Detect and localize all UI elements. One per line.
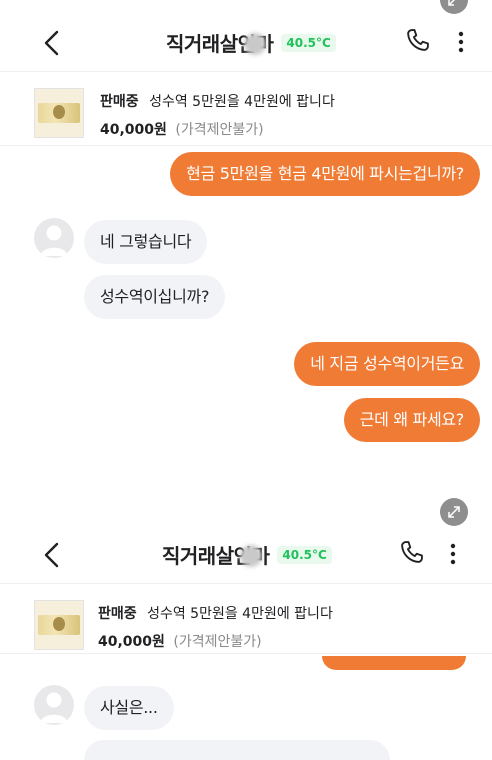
chat-header: 직거래살인마 40.5°C [0,516,492,584]
phone-icon[interactable] [398,538,426,566]
product-title: 성수역 5만원을 4만원에 팝니다 [149,94,335,110]
product-status: 판매중 [98,606,137,622]
product-info-bar[interactable]: 판매중 성수역 5만원을 4만원에 팝니다 40,000원 (가격제안불가) [0,588,492,654]
default-avatar-icon[interactable] [34,685,74,725]
manner-temperature-badge: 40.5°C [281,33,336,52]
message-incoming: 성수역이십니까? [84,275,226,319]
kebab-menu-icon[interactable] [450,543,456,565]
message-incoming: 사실은... [84,686,174,730]
redaction-blur [240,545,262,567]
product-title: 성수역 5만원을 4만원에 팝니다 [147,606,333,622]
manner-temperature-badge: 40.5°C [277,545,332,564]
product-thumbnail [34,600,84,650]
product-price: 40,000원 [98,634,165,650]
chat-screenshot-2: 직거래살인마 40.5°C 판매중 성수역 5만원을 4만원에 팝니다 40,0… [0,480,492,760]
message-outgoing: 근데 왜 파세요? [343,398,480,442]
product-price: 40,000원 [100,122,167,138]
chat-header: 직거래살인마 40.5°C [0,4,492,72]
product-thumbnail [34,88,84,138]
message-outgoing: 네 지금 성수역이거든요 [294,342,480,386]
product-status: 판매중 [100,94,139,110]
kebab-menu-icon[interactable] [458,31,464,53]
message-outgoing-partial [322,656,466,670]
message-outgoing: 현금 5만원을 현금 4만원에 파시는겁니까? [170,152,480,196]
chevron-left-icon[interactable] [42,540,62,570]
product-info-bar[interactable]: 판매중 성수역 5만원을 4만원에 팝니다 40,000원 (가격제안불가) [0,80,492,146]
message-incoming: 네 그렇습니다 [84,220,208,264]
chat-screenshot-1: 직거래살인마 40.5°C 판매중 성수역 5만원을 4만원에 팝니다 40,0… [0,0,492,480]
chevron-left-icon[interactable] [42,28,62,58]
phone-icon[interactable] [404,26,432,54]
default-avatar-icon[interactable] [34,218,74,258]
price-note: (가격제안불가) [175,122,264,138]
message-incoming-cutoff [84,740,390,760]
redaction-blur [244,33,266,55]
price-note: (가격제안불가) [173,634,262,650]
